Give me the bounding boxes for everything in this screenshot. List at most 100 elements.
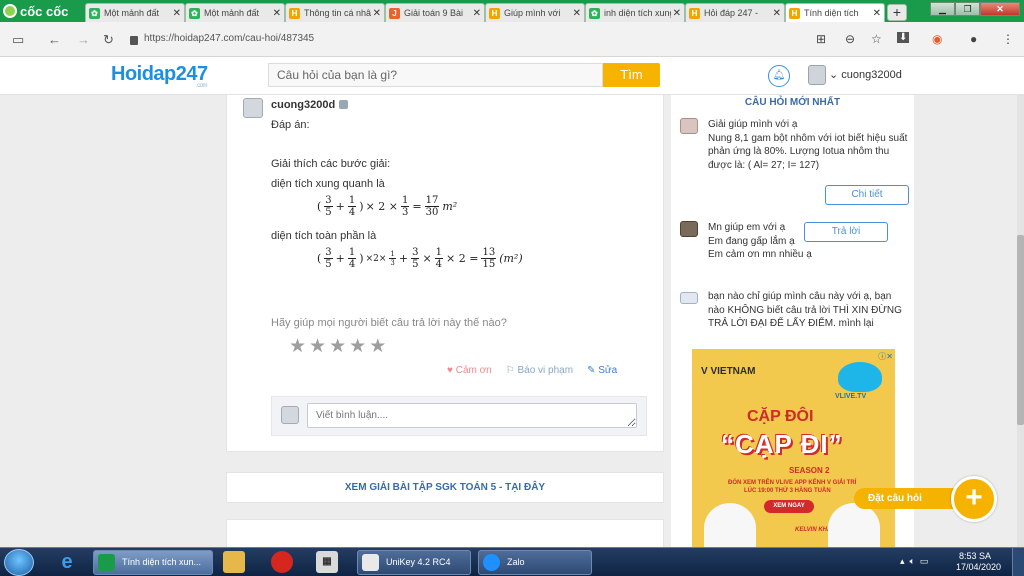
advertisement[interactable]: V VIETNAM ⓘ✕ VLIVE.TV CẶP ĐÔI “CẠP ĐI” S… [692, 349, 895, 547]
username: cuong3200d [841, 69, 902, 81]
calculator-icon[interactable]: ▦ [316, 551, 338, 573]
chevron-down-icon: ⌄ [829, 69, 839, 81]
answer-title: Đáp án: [271, 119, 310, 131]
taskbar-app-label: UniKey 4.2 RC4 [386, 557, 451, 567]
answer-button[interactable]: Trả lời [804, 222, 888, 242]
new-tab-button[interactable]: + [887, 4, 907, 21]
taskbar-app-browser[interactable]: Tính diện tích xun... [93, 550, 213, 575]
site-logo[interactable]: Hoidap247 .com [111, 63, 208, 89]
detail-button[interactable]: Chi tiết [825, 185, 909, 205]
tab-label: inh diện tích xung [604, 8, 671, 18]
ad-watch-button[interactable]: XEM NGAY [764, 500, 814, 513]
translate-icon[interactable]: ⊞ [816, 32, 826, 46]
author-name[interactable]: cuong3200d [271, 99, 335, 111]
taskbar-app-unikey[interactable]: UniKey 4.2 RC4 [357, 550, 471, 575]
fraction: 35 [324, 247, 333, 270]
opera-icon[interactable] [271, 551, 293, 573]
window-controls: ▁ ❐ ✕ [930, 2, 1020, 16]
user-menu[interactable]: ⌄ cuong3200d [829, 68, 902, 81]
minimize-button[interactable]: ▁ [930, 2, 955, 16]
rating-star-icon[interactable]: ★ [349, 337, 366, 357]
tab-close-icon[interactable]: ✕ [673, 8, 681, 19]
tab-close-icon[interactable]: ✕ [173, 8, 181, 19]
folder-icon[interactable] [223, 551, 245, 573]
tab-favicon-icon: H [489, 7, 500, 19]
ad-close-icon[interactable]: ⓘ✕ [878, 351, 893, 362]
forward-icon[interactable]: → [77, 32, 90, 47]
maximize-button[interactable]: ❐ [955, 2, 980, 16]
vlive-logo-icon [838, 362, 882, 392]
sidebar-toggle-icon[interactable]: ▭ [12, 32, 24, 48]
browser-tab[interactable]: ✿ inh diện tích xung ✕ [585, 3, 685, 22]
taskbar-app-label: Tính diện tích xun... [122, 557, 202, 567]
system-tray[interactable]: ▴ 🔈︎ ▭ [900, 556, 928, 567]
fraction: 35 [324, 195, 333, 218]
tab-favicon-icon: H [289, 7, 300, 19]
coccoc-logo[interactable]: cốc cốc [3, 2, 68, 20]
asker-avatar [680, 221, 698, 237]
clock[interactable]: 8:53 SA 17/04/2020 [956, 551, 1001, 573]
browser-tab[interactable]: H Hỏi đáp 247 - ✕ [685, 3, 785, 22]
extension-icon[interactable]: ◉ [932, 32, 942, 46]
reload-icon[interactable]: ↻ [103, 32, 114, 48]
internet-explorer-icon[interactable]: e [56, 551, 78, 573]
question-text: bạn nào chỉ giúp mình câu này với ạ, bạn… [708, 291, 902, 329]
account-icon[interactable]: ● [970, 32, 977, 46]
zoom-icon[interactable]: ⊖ [845, 32, 855, 46]
back-icon[interactable]: ← [48, 32, 61, 47]
search-input[interactable]: Câu hỏi của bạn là gì? [268, 63, 603, 87]
url-text: https://hoidap247.com/cau-hoi/487345 [144, 33, 315, 44]
browser-tab[interactable]: H Tính diện tích ✕ [785, 3, 885, 22]
tab-favicon-icon: H [689, 7, 700, 19]
next-card [226, 519, 664, 547]
bookmark-star-icon[interactable]: ☆ [871, 32, 882, 46]
search-button[interactable]: Tìm [603, 63, 660, 87]
ask-question-label[interactable]: Đặt câu hỏi [854, 488, 954, 509]
edit-button[interactable]: ✎ Sửa [587, 365, 617, 376]
fraction: 14 [347, 247, 357, 270]
browser-tab[interactable]: ✿ Một mảnh đất ✕ [85, 3, 185, 22]
rating-star-icon[interactable]: ★ [289, 337, 306, 357]
rating-stars: ★ ★ ★ ★ ★ [289, 337, 386, 357]
rating-star-icon[interactable]: ★ [369, 337, 386, 357]
tab-close-icon[interactable]: ✕ [473, 8, 481, 19]
start-button[interactable] [4, 549, 34, 576]
tab-close-icon[interactable]: ✕ [773, 8, 781, 19]
user-avatar[interactable] [808, 65, 826, 85]
rating-star-icon[interactable]: ★ [329, 337, 346, 357]
browser-tab[interactable]: ✿ Một mảnh đất ✕ [185, 3, 285, 22]
notification-bell-icon[interactable]: 🔔︎ [768, 65, 790, 87]
sgk-solutions-link[interactable]: XEM GIẢI BÀI TẬP SGK TOÁN 5 - TẠI ĐÂY [226, 472, 664, 503]
answer-line-1: diện tích xung quanh là [271, 178, 385, 190]
formula-total-area: ( 35 + 14 ) ×2× 13 + 35 × 14 × 2 = 13 15 (… [317, 247, 523, 270]
browser-tab[interactable]: H Thông tin cá nhân ✕ [285, 3, 385, 22]
unikey-icon [362, 554, 379, 571]
answer-line-2: diện tích toàn phần là [271, 230, 377, 242]
ask-question-plus-icon[interactable]: + [951, 476, 997, 522]
show-desktop-button[interactable] [1012, 548, 1024, 576]
ad-line-1: ĐÓN XEM TRÊN VLIVE APP KÊNH V GIẢI TRÍ [728, 480, 857, 486]
taskbar-app-zalo[interactable]: Zalo [478, 550, 592, 575]
tab-label: Một mảnh đất [104, 8, 160, 18]
comment-input[interactable] [307, 403, 637, 428]
browser-tab[interactable]: H Giúp mình với ✕ [485, 3, 585, 22]
rating-star-icon[interactable]: ★ [309, 337, 326, 357]
report-button[interactable]: ⚐ Báo vi phạm [506, 365, 573, 376]
tab-favicon-icon: ✿ [189, 7, 200, 19]
tab-close-icon[interactable]: ✕ [573, 8, 581, 19]
coccoc-leaf-icon [3, 4, 17, 18]
tab-favicon-icon: ✿ [89, 7, 100, 19]
close-window-button[interactable]: ✕ [980, 2, 1020, 16]
browser-tab[interactable]: J Giải toán 9 Bài ✕ [385, 3, 485, 22]
tab-close-icon[interactable]: ✕ [873, 8, 881, 19]
tab-close-icon[interactable]: ✕ [373, 8, 381, 19]
fraction: 17 30 [424, 195, 440, 218]
menu-icon[interactable]: ⋮ [1002, 32, 1014, 46]
thanks-button[interactable]: ♥ Cảm ơn [447, 365, 492, 376]
author-avatar[interactable] [243, 98, 263, 118]
tab-close-icon[interactable]: ✕ [273, 8, 281, 19]
url-field[interactable]: https://hoidap247.com/cau-hoi/487345 [130, 28, 780, 50]
scrollbar-thumb[interactable] [1017, 235, 1024, 425]
scrollbar[interactable] [1017, 95, 1024, 547]
download-icon[interactable]: ⬇ [897, 32, 910, 43]
